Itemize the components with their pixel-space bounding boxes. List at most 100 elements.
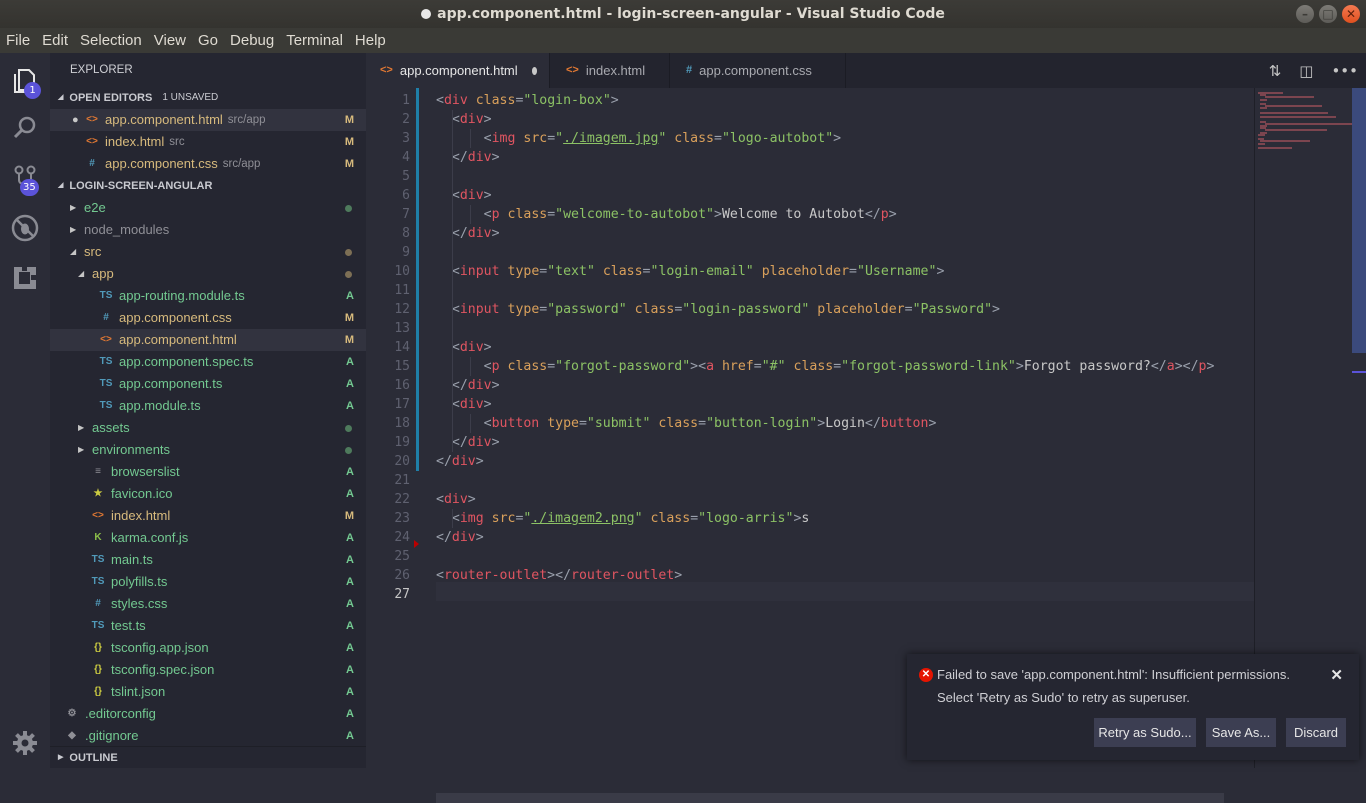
horizontal-scrollbar[interactable] xyxy=(436,793,1224,803)
tab-app-component-html[interactable]: <> app.component.html xyxy=(366,53,550,88)
code-line: <div> xyxy=(451,340,492,355)
folder-item[interactable]: ◢ src xyxy=(50,241,366,263)
search-icon xyxy=(13,116,36,139)
menu-file[interactable]: File xyxy=(6,32,30,49)
search-button[interactable] xyxy=(0,103,50,153)
git-status: A xyxy=(346,466,354,478)
file-item[interactable]: TS app.module.ts A xyxy=(50,395,366,417)
html-file-icon: <> xyxy=(86,114,98,125)
more-actions-icon[interactable]: ••• xyxy=(1331,62,1358,80)
save-as-button[interactable]: Save As... xyxy=(1206,718,1276,747)
indent-guide xyxy=(452,110,453,452)
file-item[interactable]: TS test.ts A xyxy=(50,615,366,637)
extensions-button[interactable] xyxy=(0,253,50,303)
folder-item[interactable]: ▶ e2e xyxy=(50,197,366,219)
no-bug-icon xyxy=(11,214,39,242)
git-status-dot xyxy=(345,447,352,454)
code-line: <input type="text" class="login-email" p… xyxy=(451,264,945,279)
dirty-dot-icon[interactable]: ● xyxy=(72,109,84,131)
html-file-icon: <> xyxy=(86,136,98,147)
open-changes-icon[interactable]: ⇅ xyxy=(1269,62,1282,80)
git-status: A xyxy=(346,400,354,412)
file-item[interactable]: <> index.html M xyxy=(50,505,366,527)
open-editors-header[interactable]: ◢ OPEN EDITORS 1 UNSAVED xyxy=(50,87,366,109)
line-number: 8 xyxy=(402,226,410,241)
file-item[interactable]: # styles.css A xyxy=(50,593,366,615)
menu-selection[interactable]: Selection xyxy=(80,32,142,49)
debug-button[interactable] xyxy=(0,203,50,253)
outline-section[interactable]: ▶ OUTLINE xyxy=(50,746,366,768)
menu-terminal[interactable]: Terminal xyxy=(286,32,343,49)
json-file-icon: {} xyxy=(94,664,102,675)
source-control-button[interactable]: 35 xyxy=(0,153,50,203)
vertical-scrollbar[interactable] xyxy=(1352,88,1366,353)
line-number: 9 xyxy=(402,245,410,260)
code-line: <input type="password" class="login-pass… xyxy=(451,302,1000,317)
file-item[interactable]: # app.component.css M xyxy=(50,307,366,329)
open-editor-item[interactable]: ● <> app.component.html src/app M xyxy=(50,109,366,131)
line-number: 21 xyxy=(394,473,410,488)
file-item[interactable]: TS app-routing.module.ts A xyxy=(50,285,366,307)
file-item[interactable]: ★ favicon.ico A xyxy=(50,483,366,505)
line-number: 3 xyxy=(402,131,410,146)
close-window-button[interactable]: ✕ xyxy=(1342,5,1360,23)
minimize-button[interactable]: – xyxy=(1296,5,1314,23)
discard-button[interactable]: Discard xyxy=(1286,718,1346,747)
minimap-line xyxy=(1264,96,1315,99)
folder-item[interactable]: ▶ environments xyxy=(50,439,366,461)
file-item[interactable]: {} tsconfig.spec.json A xyxy=(50,659,366,681)
file-item[interactable]: TS app.component.ts A xyxy=(50,373,366,395)
file-item[interactable]: ⚙ .editorconfig A xyxy=(50,703,366,725)
error-marker-icon xyxy=(414,540,419,548)
file-item[interactable]: TS app.component.spec.ts A xyxy=(50,351,366,373)
code-line: <img src="./imagem2.png" class="logo-arr… xyxy=(451,511,810,526)
tab-label: app.component.html xyxy=(399,63,518,78)
outline-label: OUTLINE xyxy=(69,752,118,764)
file-item[interactable]: Kkarma.conf.js A xyxy=(50,527,366,549)
indent-guide xyxy=(470,357,471,376)
code-line: <img src="./imagem.jpg" class="logo-auto… xyxy=(483,131,842,146)
code-line: <div> xyxy=(451,188,492,203)
scroll-position-marker xyxy=(1352,371,1366,373)
menu-debug[interactable]: Debug xyxy=(230,32,274,49)
project-header[interactable]: ◢ LOGIN-SCREEN-ANGULAR xyxy=(50,175,366,197)
menu-edit[interactable]: Edit xyxy=(42,32,68,49)
retry-as-sudo-button[interactable]: Retry as Sudo... xyxy=(1094,718,1196,747)
file-item[interactable]: TS main.ts A xyxy=(50,549,366,571)
file-name: app.component.html xyxy=(119,332,237,347)
file-item[interactable]: ◆ .gitignore A xyxy=(50,725,366,747)
folder-item[interactable]: ▶ node_modules xyxy=(50,219,366,241)
code-line: </div> xyxy=(451,226,500,241)
file-name: tslint.json xyxy=(111,684,166,699)
file-name: favicon.ico xyxy=(111,486,173,501)
file-item[interactable]: <> app.component.html M xyxy=(50,329,366,351)
open-editor-item[interactable]: # app.component.css src/app M xyxy=(50,153,366,175)
file-item[interactable]: {} tslint.json A xyxy=(50,681,366,703)
dirty-dot-icon[interactable] xyxy=(531,66,537,75)
open-editor-item[interactable]: <> index.html src M xyxy=(50,131,366,153)
tab-index-html[interactable]: <> index.html xyxy=(550,53,670,88)
error-notification: ✕ Failed to save 'app.component.html': I… xyxy=(907,654,1359,760)
menu-go[interactable]: Go xyxy=(198,32,218,49)
open-editors-label: OPEN EDITORS xyxy=(69,92,153,104)
file-item[interactable]: ≡ browserslist A xyxy=(50,461,366,483)
minimap-line xyxy=(1260,107,1267,110)
split-editor-icon[interactable]: ◫ xyxy=(1299,62,1313,80)
folder-name: src xyxy=(84,244,102,259)
folder-item[interactable]: ◢ app xyxy=(50,263,366,285)
file-name: tsconfig.app.json xyxy=(111,640,209,655)
maximize-button[interactable]: □ xyxy=(1319,5,1337,23)
tab-app-component-css[interactable]: # app.component.css xyxy=(670,53,846,88)
file-item[interactable]: {} tsconfig.app.json A xyxy=(50,637,366,659)
title-bar: app.component.html - login-screen-angula… xyxy=(0,0,1366,28)
file-item[interactable]: TS polyfills.ts A xyxy=(50,571,366,593)
manage-button[interactable] xyxy=(0,718,50,768)
menu-help[interactable]: Help xyxy=(355,32,386,49)
explorer-button[interactable]: 1 xyxy=(0,55,50,105)
typescript-file-icon: TS xyxy=(99,356,113,367)
explorer-title: EXPLORER xyxy=(70,64,133,76)
git-status: A xyxy=(346,290,354,302)
folder-item[interactable]: ▶ assets xyxy=(50,417,366,439)
menu-view[interactable]: View xyxy=(154,32,186,49)
close-notification-icon[interactable]: ✕ xyxy=(1330,666,1343,684)
